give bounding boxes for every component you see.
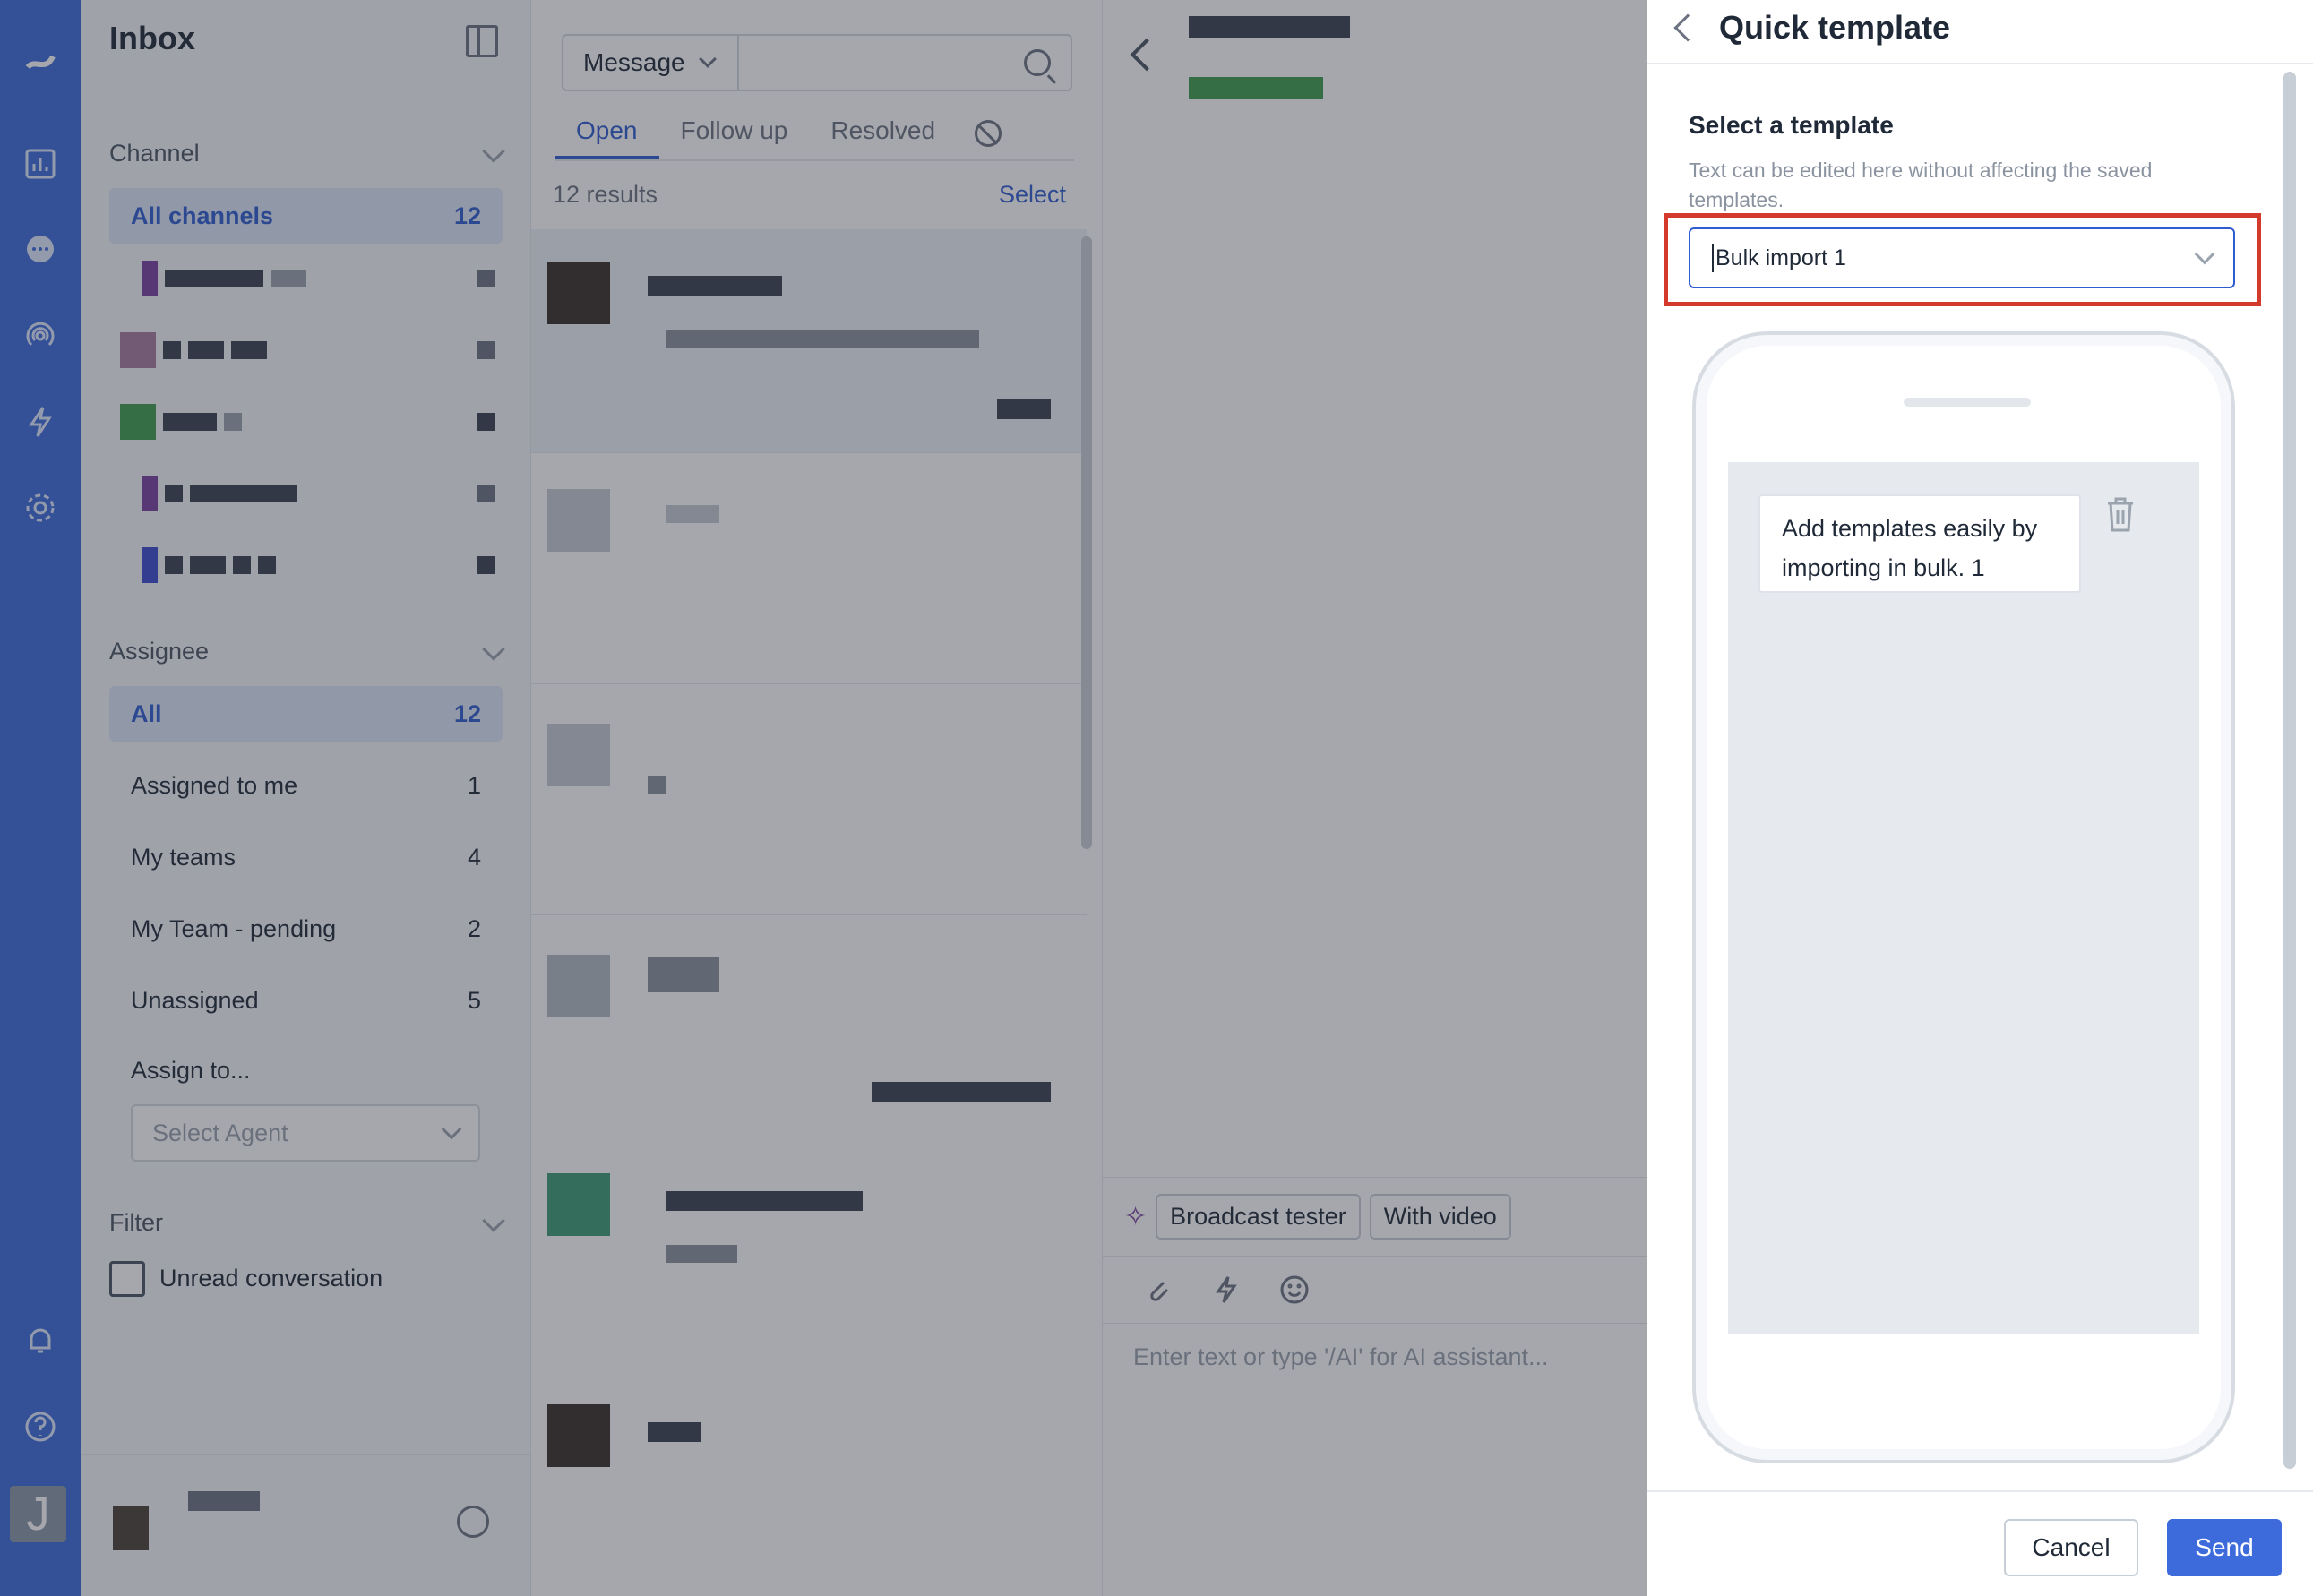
- chevron-down-icon: [2194, 244, 2215, 265]
- quick-template-drawer: Quick template Select a template Text ca…: [1647, 0, 2313, 1596]
- drawer-title: Quick template: [1719, 9, 1951, 46]
- drawer-scrollbar[interactable]: [2283, 72, 2296, 1469]
- template-help-text: Text can be edited here without affectin…: [1689, 159, 2153, 211]
- trash-icon[interactable]: [2102, 494, 2138, 534]
- phone-preview: Add templates easily by importing in bul…: [1692, 331, 2235, 1463]
- modal-overlay[interactable]: [0, 0, 1647, 1596]
- send-button[interactable]: Send: [2167, 1519, 2282, 1576]
- phone-screen: Add templates easily by importing in bul…: [1728, 462, 2199, 1334]
- drawer-header: Quick template: [1647, 0, 2313, 64]
- template-dropdown-value: Bulk import 1: [1715, 245, 1846, 270]
- back-chevron-icon[interactable]: [1673, 13, 1702, 42]
- template-dropdown[interactable]: Bulk import 1: [1689, 227, 2235, 288]
- drawer-footer: Cancel Send: [1647, 1490, 2313, 1596]
- template-select-label: Select a template: [1689, 111, 1894, 139]
- text-caret: [1712, 244, 1714, 272]
- phone-notch: [1904, 398, 2031, 407]
- cancel-button[interactable]: Cancel: [2004, 1519, 2138, 1576]
- template-message-bubble[interactable]: Add templates easily by importing in bul…: [1758, 494, 2081, 593]
